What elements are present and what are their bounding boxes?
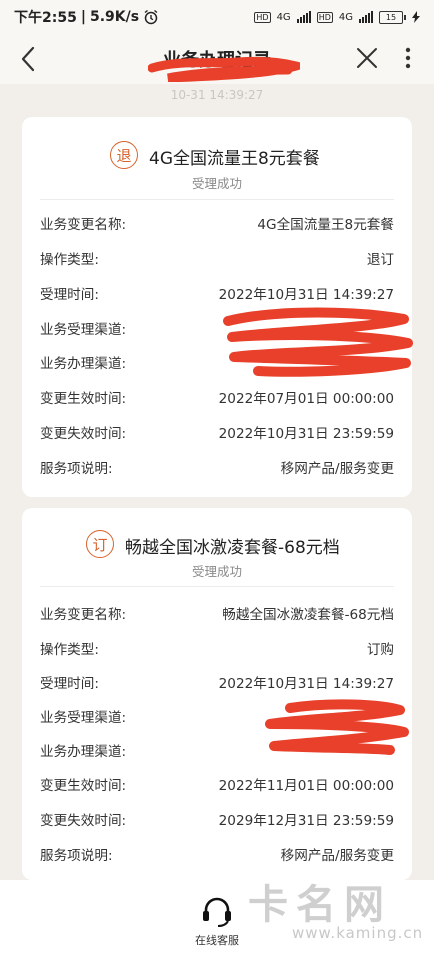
- row-label: 业务受理渠道:: [40, 710, 127, 726]
- row-value: 移网产品/服务变更: [280, 461, 394, 477]
- row-value: 移网产品/服务变更: [280, 848, 394, 864]
- row-label: 业务受理渠道:: [40, 322, 127, 338]
- headset-icon[interactable]: [200, 894, 234, 928]
- row-label: 变更失效时间:: [40, 813, 127, 829]
- detail-row: 服务项说明: 移网产品/服务变更: [40, 457, 394, 479]
- row-label: 业务办理渠道:: [40, 744, 127, 760]
- detail-row: 受理时间: 2022年10月31日 14:39:27: [40, 283, 394, 305]
- redaction-mark: [223, 307, 413, 377]
- row-value: 2022年11月01日 00:00:00: [218, 778, 394, 794]
- row-label: 服务项说明:: [40, 848, 113, 864]
- record-card: 订 畅越全国冰激凌套餐-68元档 受理成功 业务变更名称: 畅越全国冰激凌套餐-…: [22, 508, 412, 880]
- row-value: 畅越全国冰激凌套餐-68元档: [222, 607, 394, 623]
- clock: 下午2:55: [14, 10, 77, 26]
- status-right: HD 4G HD 4G 15: [254, 10, 420, 24]
- row-label: 受理时间:: [40, 676, 99, 692]
- row-value: 2029年12月31日 23:59:59: [218, 813, 394, 829]
- row-value: 2022年10月31日 23:59:59: [218, 426, 394, 442]
- subscribe-icon: 订: [86, 530, 114, 558]
- redaction-mark: [148, 57, 300, 82]
- row-label: 业务变更名称:: [40, 217, 127, 233]
- detail-row: 业务变更名称: 4G全国流量王8元套餐: [40, 213, 394, 235]
- row-label: 变更生效时间:: [40, 391, 127, 407]
- divider: [40, 199, 394, 200]
- record-card: 退 4G全国流量王8元套餐 受理成功 业务变更名称: 4G全国流量王8元套餐 操…: [22, 117, 413, 497]
- row-value: 4G全国流量王8元套餐: [257, 217, 394, 233]
- more-icon[interactable]: [396, 43, 420, 73]
- redaction-mark: [265, 699, 409, 755]
- status-bar: 下午2:55 | 5.9K/s HD 4G HD 4G 15: [0, 0, 434, 34]
- row-label: 服务项说明:: [40, 461, 113, 477]
- signal-icon-2: [359, 11, 373, 23]
- detail-row: 服务项说明: 移网产品/服务变更: [40, 844, 394, 866]
- detail-row: 变更失效时间: 2029年12月31日 23:59:59: [40, 809, 394, 831]
- detail-row: 受理时间: 2022年10月31日 14:39:27: [40, 672, 394, 694]
- row-value: 退订: [366, 252, 394, 268]
- close-icon[interactable]: [352, 43, 382, 73]
- status-text: 受理成功: [191, 176, 242, 191]
- row-label: 业务办理渠道:: [40, 356, 127, 372]
- divider: [40, 586, 394, 587]
- network-type-1: 4G: [276, 11, 291, 23]
- row-value: 2022年10月31日 14:39:27: [218, 287, 394, 303]
- signal-icon: [296, 11, 311, 23]
- battery-icon: 15: [379, 10, 406, 24]
- row-label: 变更失效时间:: [40, 426, 127, 442]
- alarm-icon: [144, 9, 158, 25]
- hd-icon-2: HD: [316, 11, 333, 23]
- row-label: 变更生效时间:: [40, 778, 127, 794]
- status-text: 受理成功: [191, 564, 242, 579]
- unsubscribe-icon: 退: [110, 141, 138, 169]
- detail-row: 变更生效时间: 2022年11月01日 00:00:00: [40, 774, 394, 796]
- record-timestamp: 10-31 14:39:27: [170, 88, 264, 102]
- hd-icon: HD: [254, 11, 271, 23]
- detail-row: 操作类型: 订购: [40, 638, 394, 660]
- detail-row: 业务变更名称: 畅越全国冰激凌套餐-68元档: [40, 603, 394, 625]
- watermark: 卡名网: [248, 882, 392, 928]
- charging-icon: [412, 11, 420, 23]
- row-label: 操作类型:: [40, 252, 99, 268]
- detail-row: 变更生效时间: 2022年07月01日 00:00:00: [40, 387, 394, 409]
- card-header: 订 畅越全国冰激凌套餐-68元档 受理成功: [22, 508, 412, 590]
- card-header: 退 4G全国流量王8元套餐 受理成功: [22, 117, 412, 199]
- network-type-2: 4G: [338, 11, 353, 23]
- detail-row: 变更失效时间: 2022年10月31日 23:59:59: [40, 422, 394, 444]
- watermark-url: www.kaming.cn: [292, 924, 424, 942]
- card-title: 4G全国流量王8元套餐: [149, 149, 320, 169]
- row-value: 2022年10月31日 14:39:27: [218, 676, 394, 692]
- battery-level: 15: [379, 10, 403, 24]
- row-value: 2022年07月01日 00:00:00: [218, 391, 394, 407]
- status-left: 下午2:55 | 5.9K/s: [14, 7, 159, 27]
- network-speed: 5.9K/s: [89, 9, 140, 25]
- row-label: 操作类型:: [40, 642, 99, 658]
- row-value: 订购: [366, 642, 394, 658]
- row-label: 受理时间:: [40, 287, 99, 303]
- card-title: 畅越全国冰激凌套餐-68元档: [125, 538, 340, 558]
- row-label: 业务变更名称:: [40, 607, 127, 623]
- detail-row: 操作类型: 退订: [40, 248, 394, 270]
